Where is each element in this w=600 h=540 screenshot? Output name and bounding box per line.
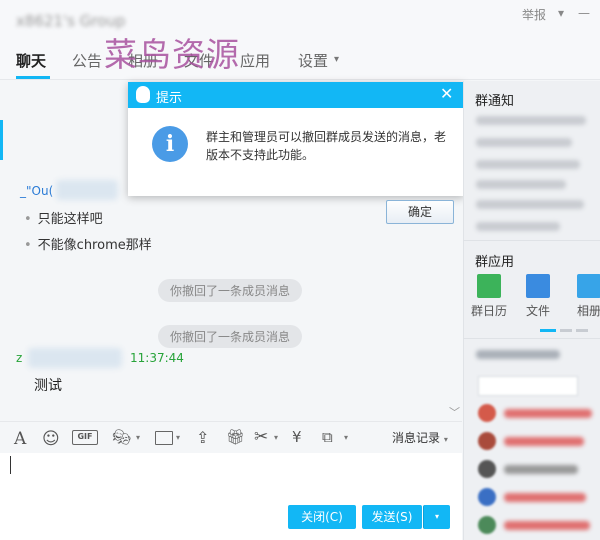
member-name xyxy=(504,493,586,502)
gift-icon[interactable]: 🎁︎ xyxy=(226,428,245,446)
app-label: 群日历 xyxy=(470,304,507,318)
screen-share-icon[interactable]: ⧉ xyxy=(322,428,333,446)
page-dot-active[interactable] xyxy=(540,329,556,332)
avatar xyxy=(478,488,496,506)
notice-item[interactable] xyxy=(476,180,566,189)
caret-icon[interactable]: ▾ xyxy=(136,433,140,442)
folder-icon xyxy=(526,274,550,298)
app-album[interactable]: 相册 xyxy=(566,274,600,319)
member-count xyxy=(476,350,560,359)
text-cursor xyxy=(10,456,11,474)
red-packet-icon[interactable]: ¥ xyxy=(292,428,302,446)
app-calendar[interactable]: 群日历 xyxy=(466,274,512,319)
tab-chat[interactable]: 聊天 xyxy=(16,50,46,71)
dialog-message: 群主和管理员可以撤回群成员发送的消息，老版本不支持此功能。 xyxy=(206,130,447,162)
sender-name-redacted xyxy=(56,180,118,200)
emoji-icon[interactable]: ☺ xyxy=(42,429,60,449)
app-label: 相册 xyxy=(576,304,600,318)
info-icon: i xyxy=(152,126,188,162)
avatar xyxy=(478,404,496,422)
notice-item[interactable] xyxy=(476,160,580,169)
notice-item[interactable] xyxy=(476,222,560,231)
prompt-dialog: 提示 ✕ i 群主和管理员可以撤回群成员发送的消息，老版本不支持此功能。 xyxy=(128,82,464,196)
upload-icon[interactable]: ⇪ xyxy=(196,428,209,447)
member-name xyxy=(504,437,584,446)
message-sender[interactable]: z xyxy=(16,351,22,365)
send-button[interactable]: 发送(S) xyxy=(362,505,422,529)
message-history-button[interactable]: 消息记录 ▾ xyxy=(392,429,448,446)
tab-announcement[interactable]: 公告 xyxy=(72,50,102,71)
app-files[interactable]: 文件 xyxy=(515,274,561,319)
message-line: • 只能这样吧 xyxy=(24,212,103,227)
collapse-icon[interactable]: ﹀ xyxy=(449,404,460,420)
group-notice-title[interactable]: 群通知 xyxy=(475,90,514,109)
system-notice: 你撤回了一条成员消息 xyxy=(158,325,303,348)
tab-settings[interactable]: 设置 xyxy=(298,50,328,71)
notice-item[interactable] xyxy=(476,138,572,147)
minimize-icon[interactable]: — xyxy=(578,6,590,20)
sender-name-redacted xyxy=(28,348,122,368)
avatar xyxy=(478,460,496,478)
settings-caret-icon[interactable]: ▾ xyxy=(334,54,339,65)
page-dot[interactable] xyxy=(576,329,588,332)
report-link[interactable]: 举报 xyxy=(522,6,546,23)
message-time: 11:37:44 xyxy=(130,351,184,365)
scissors-icon[interactable]: ✂ xyxy=(254,427,268,447)
image-icon[interactable] xyxy=(155,431,173,445)
active-tab-indicator xyxy=(16,76,50,79)
font-icon[interactable]: A xyxy=(14,429,26,449)
member-name xyxy=(504,465,578,474)
watermark: 菜鸟资源 xyxy=(104,35,240,74)
caret-icon[interactable]: ▾ xyxy=(274,433,278,442)
send-options-caret-icon[interactable]: ▾ xyxy=(423,505,450,529)
dialog-title: 提示 xyxy=(156,91,183,106)
avatar xyxy=(478,516,496,534)
notice-item[interactable] xyxy=(476,116,586,125)
qq-logo-icon xyxy=(136,86,150,103)
system-notice: 你撤回了一条成员消息 xyxy=(158,279,303,302)
photo-icon xyxy=(577,274,600,298)
notice-item[interactable] xyxy=(476,200,584,209)
message-sender[interactable]: _"Ou( xyxy=(20,184,53,198)
page-dot[interactable] xyxy=(560,329,572,332)
member-name xyxy=(504,409,592,418)
group-apps-title: 群应用 xyxy=(475,255,515,270)
calendar-icon xyxy=(477,274,501,298)
caret-icon[interactable]: ▾ xyxy=(344,433,348,442)
member-name xyxy=(504,521,590,530)
ok-button[interactable]: 确定 xyxy=(386,200,454,224)
message-text: 测试 xyxy=(34,378,62,394)
dialog-close-icon[interactable]: ✕ xyxy=(440,84,453,103)
app-label: 文件 xyxy=(525,304,550,318)
divider xyxy=(463,240,600,241)
divider xyxy=(463,338,600,339)
vip-emoji-icon[interactable]: 🎭︎ xyxy=(112,428,131,446)
tab-apps[interactable]: 应用 xyxy=(240,50,270,71)
member-search-input[interactable] xyxy=(478,376,578,396)
close-button[interactable]: 关闭(C) xyxy=(288,505,356,529)
caret-icon[interactable]: ▾ xyxy=(176,433,180,442)
dropdown-icon[interactable]: ▾ xyxy=(558,6,564,20)
scroll-indicator xyxy=(0,120,3,160)
gif-icon[interactable]: GIF xyxy=(72,430,98,445)
avatar xyxy=(478,432,496,450)
message-line: • 不能像chrome那样 xyxy=(24,238,152,253)
